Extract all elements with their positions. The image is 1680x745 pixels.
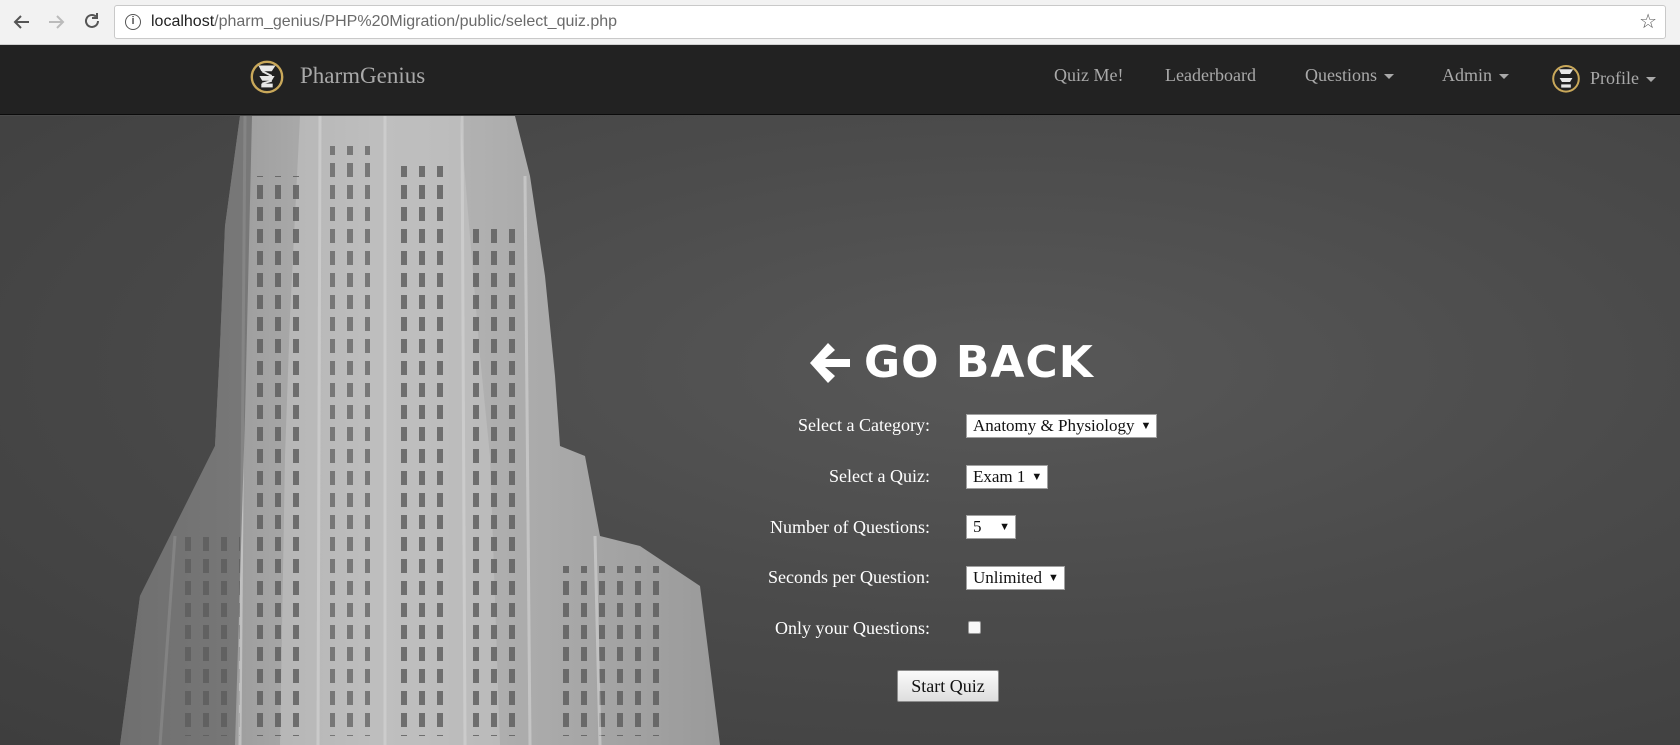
only-yours-label: Only your Questions: xyxy=(775,618,930,638)
site-navbar: PharmGenius Quiz Me! Leaderboard Questio… xyxy=(0,45,1680,115)
forward-arrow-icon[interactable] xyxy=(44,10,68,34)
nav-leaderboard-label: Leaderboard xyxy=(1165,65,1256,85)
seconds-selected-value: Unlimited xyxy=(973,568,1042,587)
cathedral-of-learning-image xyxy=(120,116,720,745)
category-label: Select a Category: xyxy=(798,415,930,435)
seconds-select[interactable]: Unlimited ▼ xyxy=(966,566,1065,590)
bookmark-star-icon[interactable]: ☆ xyxy=(1639,12,1657,32)
start-quiz-button[interactable]: Start Quiz xyxy=(897,670,999,702)
pharmgenius-logo-icon xyxy=(250,60,284,94)
dropdown-arrow-icon: ▼ xyxy=(999,521,1010,533)
caret-down-icon xyxy=(1384,73,1394,79)
nav-leaderboard[interactable]: Leaderboard xyxy=(1165,63,1256,87)
url-path: /pharm_genius/PHP%20Migration/public/sel… xyxy=(214,13,618,30)
go-back-label: GO BACK xyxy=(864,337,1094,388)
quiz-label: Select a Quiz: xyxy=(829,466,930,486)
go-back-link[interactable]: GO BACK xyxy=(806,338,1094,388)
back-arrow-icon[interactable] xyxy=(10,10,34,34)
reload-icon[interactable] xyxy=(80,10,104,34)
address-bar[interactable]: i localhost/pharm_genius/PHP%20Migration… xyxy=(114,5,1666,39)
caret-down-icon xyxy=(1499,73,1510,79)
hero-background: GO BACK Select a Category: Anatomy & Phy… xyxy=(0,116,1680,745)
nav-admin-dropdown[interactable]: Admin xyxy=(1442,63,1510,87)
num-questions-select[interactable]: 5 ▼ xyxy=(966,515,1016,539)
arrow-left-icon xyxy=(810,343,850,383)
nav-profile-dropdown[interactable]: Profile xyxy=(1550,62,1656,94)
nav-questions-dropdown[interactable]: Questions xyxy=(1305,63,1394,87)
profile-avatar-icon xyxy=(1552,65,1580,93)
brand-name: PharmGenius xyxy=(300,63,426,88)
quiz-select[interactable]: Exam 1 ▼ xyxy=(966,465,1049,489)
nav-questions-label: Questions xyxy=(1305,65,1377,85)
seconds-label: Seconds per Question: xyxy=(768,567,930,587)
category-selected-value: Anatomy & Physiology xyxy=(973,416,1135,435)
only-yours-checkbox[interactable] xyxy=(968,621,981,634)
category-select[interactable]: Anatomy & Physiology ▼ xyxy=(966,414,1158,438)
dropdown-arrow-icon: ▼ xyxy=(1031,471,1043,483)
num-questions-selected-value: 5 xyxy=(973,517,982,536)
num-questions-label: Number of Questions: xyxy=(770,517,930,537)
info-icon[interactable]: i xyxy=(125,14,141,30)
brand-link[interactable]: PharmGenius xyxy=(248,57,425,95)
url-host: localhost xyxy=(151,13,215,30)
nav-quiz-me-label: Quiz Me! xyxy=(1054,65,1124,85)
dropdown-arrow-icon: ▼ xyxy=(1140,420,1152,432)
nav-profile-label: Profile xyxy=(1590,68,1639,88)
nav-admin-label: Admin xyxy=(1442,65,1493,85)
caret-down-icon xyxy=(1646,76,1656,82)
dropdown-arrow-icon: ▼ xyxy=(1047,572,1059,584)
browser-toolbar: i localhost/pharm_genius/PHP%20Migration… xyxy=(0,0,1680,45)
quiz-selected-value: Exam 1 xyxy=(973,467,1026,486)
nav-quiz-me[interactable]: Quiz Me! xyxy=(1054,63,1123,87)
